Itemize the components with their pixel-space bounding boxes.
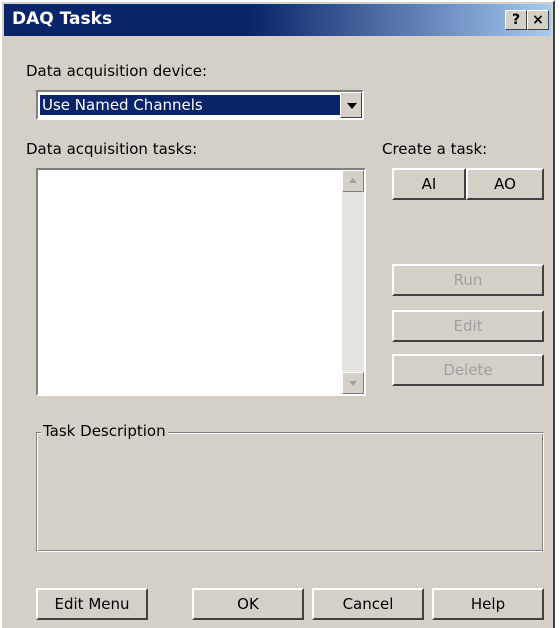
create-task-label: Create a task: [382, 140, 488, 158]
cancel-button[interactable]: Cancel [312, 588, 424, 620]
close-icon: × [532, 12, 544, 28]
create-ao-button[interactable]: AO [466, 168, 544, 200]
title-bar[interactable]: DAQ Tasks ? × [4, 4, 551, 36]
close-button[interactable]: × [527, 10, 549, 30]
ok-button[interactable]: OK [192, 588, 304, 620]
edit-menu-button[interactable]: Edit Menu [36, 588, 148, 620]
chevron-down-icon [347, 103, 357, 109]
window-title: DAQ Tasks [12, 9, 113, 29]
device-dropdown-button[interactable] [340, 92, 362, 118]
device-selected-value: Use Named Channels [40, 95, 340, 115]
help-icon: ? [511, 12, 521, 28]
delete-button[interactable]: Delete [392, 354, 544, 386]
device-combobox[interactable]: Use Named Channels [36, 90, 364, 120]
arrow-up-icon [349, 178, 357, 183]
scroll-down-button[interactable] [342, 372, 364, 394]
tasks-listbox[interactable] [36, 168, 366, 396]
task-description-group: Task Description [36, 422, 544, 552]
daq-tasks-dialog: DAQ Tasks ? × Data acquisition device: U… [0, 0, 555, 628]
device-label: Data acquisition device: [26, 62, 208, 80]
edit-button[interactable]: Edit [392, 310, 544, 342]
help-title-button[interactable]: ? [505, 10, 527, 30]
arrow-down-icon [349, 381, 357, 386]
task-description-title: Task Description [41, 422, 168, 440]
tasks-label: Data acquisition tasks: [26, 140, 198, 158]
scroll-up-button[interactable] [342, 170, 364, 192]
tasks-scrollbar[interactable] [342, 170, 364, 394]
run-button[interactable]: Run [392, 264, 544, 296]
create-ai-button[interactable]: AI [392, 168, 466, 200]
help-button[interactable]: Help [432, 588, 544, 620]
